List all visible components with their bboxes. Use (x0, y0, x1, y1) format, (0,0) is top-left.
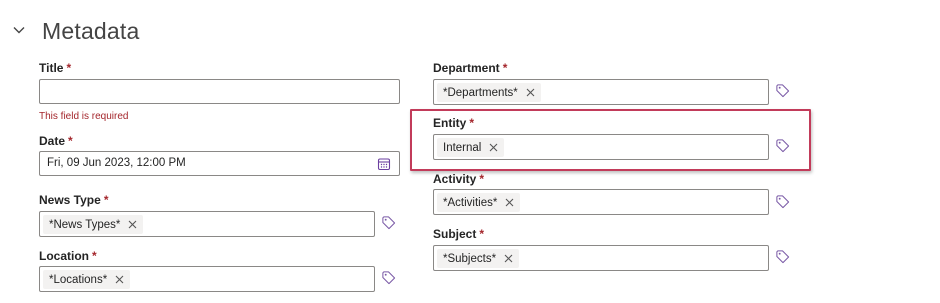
department-label: Department * (433, 61, 507, 75)
title-error-message: This field is required (39, 111, 129, 122)
activity-label: Activity * (433, 172, 484, 186)
subject-label-text: Subject (433, 227, 477, 241)
location-label: Location * (39, 249, 97, 263)
news-type-tag-text: *News Types* (49, 218, 121, 231)
activity-tag: *Activities* (437, 193, 521, 212)
title-label-text: Title (39, 61, 64, 75)
activity-tag-text: *Activities* (443, 196, 498, 209)
required-marker: * (479, 172, 485, 186)
news-type-label: News Type * (39, 193, 108, 207)
tag-icon[interactable] (381, 215, 396, 230)
subject-picker[interactable]: *Subjects* (433, 245, 769, 271)
entity-tag-text: Internal (443, 141, 482, 154)
remove-tag-icon[interactable] (489, 143, 498, 152)
date-label: Date * (39, 134, 73, 148)
remove-tag-icon[interactable] (115, 275, 124, 284)
subject-tag-text: *Subjects* (443, 252, 497, 265)
date-label-text: Date (39, 134, 66, 148)
remove-tag-icon[interactable] (505, 198, 514, 207)
department-tag: *Departments* (437, 83, 541, 102)
required-marker: * (103, 193, 109, 207)
remove-tag-icon[interactable] (504, 254, 513, 263)
chevron-down-icon[interactable] (12, 23, 26, 37)
location-tag-text: *Locations* (49, 273, 108, 286)
subject-label: Subject * (433, 227, 484, 241)
tag-icon[interactable] (775, 138, 790, 153)
subject-tag: *Subjects* (437, 249, 520, 268)
department-picker[interactable]: *Departments* (433, 79, 769, 105)
date-value: Fri, 09 Jun 2023, 12:00 PM (47, 157, 186, 169)
required-marker: * (68, 134, 73, 148)
news-type-picker[interactable]: *News Types* (39, 211, 375, 237)
required-marker: * (479, 227, 485, 241)
department-tag-text: *Departments* (443, 86, 518, 99)
activity-label-text: Activity (433, 172, 477, 186)
title-input[interactable] (39, 79, 400, 104)
department-label-text: Department (433, 61, 500, 75)
location-picker[interactable]: *Locations* (39, 266, 375, 292)
section-title: Metadata (42, 18, 140, 44)
news-type-label-text: News Type (39, 193, 101, 207)
title-label: Title * (39, 61, 71, 75)
tag-icon[interactable] (775, 194, 790, 209)
entity-tag: Internal (437, 138, 505, 157)
required-marker: * (92, 249, 97, 263)
entity-label: Entity * (433, 116, 474, 130)
entity-picker[interactable]: Internal (433, 134, 769, 160)
tag-icon[interactable] (381, 270, 396, 285)
tag-icon[interactable] (775, 249, 790, 264)
news-type-tag: *News Types* (43, 215, 144, 234)
remove-tag-icon[interactable] (128, 220, 137, 229)
location-tag: *Locations* (43, 270, 131, 289)
required-marker: * (66, 61, 72, 75)
date-picker[interactable]: Fri, 09 Jun 2023, 12:00 PM (39, 151, 400, 176)
calendar-icon[interactable] (377, 157, 391, 171)
tag-icon[interactable] (775, 83, 790, 98)
entity-label-text: Entity (433, 116, 467, 130)
required-marker: * (469, 116, 475, 130)
required-marker: * (502, 61, 508, 75)
location-label-text: Location (39, 249, 89, 263)
activity-picker[interactable]: *Activities* (433, 189, 769, 215)
remove-tag-icon[interactable] (526, 88, 535, 97)
